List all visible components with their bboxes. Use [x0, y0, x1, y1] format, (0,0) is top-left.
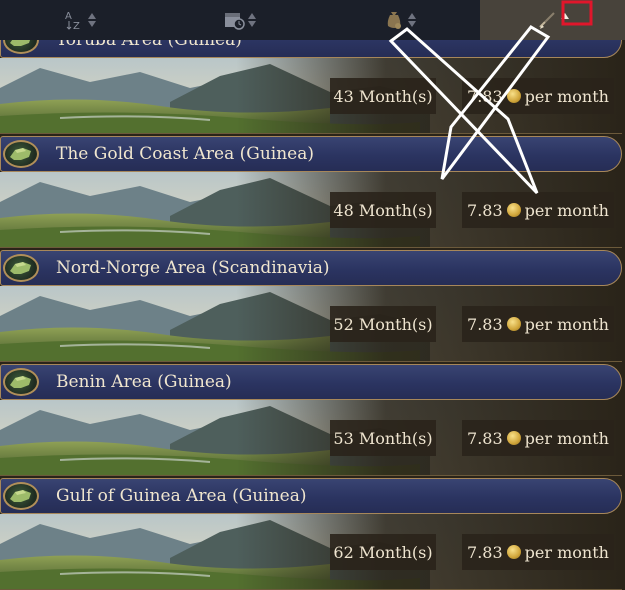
row-body[interactable]: 52 Month(s) 7.83 per month: [0, 286, 622, 362]
price-value: 7.83: [467, 86, 503, 106]
duration-box: 43 Month(s): [330, 78, 436, 114]
price-value: 7.83: [467, 200, 503, 220]
destination-name: The Gold Coast Area (Guinea): [56, 144, 315, 164]
duration-box: 48 Month(s): [330, 192, 436, 228]
row-body[interactable]: 43 Month(s) 7.83 per month: [0, 58, 622, 134]
region-badge-icon: [3, 368, 39, 396]
duration-value: 43 Month(s): [333, 86, 433, 106]
row-header[interactable]: Nord-Norge Area (Scandinavia): [0, 250, 622, 286]
sort-distance-button[interactable]: [480, 0, 625, 40]
price-suffix: per month: [524, 428, 609, 448]
price-value: 7.83: [467, 314, 503, 334]
row-body[interactable]: 62 Month(s) 7.83 per month: [0, 514, 622, 590]
price-suffix: per month: [524, 542, 609, 562]
price-value: 7.83: [467, 428, 503, 448]
coin-icon: [506, 203, 521, 217]
row-header[interactable]: Benin Area (Guinea): [0, 364, 622, 400]
row-header[interactable]: Gulf of Guinea Area (Guinea): [0, 478, 622, 514]
coin-icon: [506, 545, 521, 559]
az-sort-icon: A Z: [65, 11, 80, 31]
money-bag-icon: [383, 9, 405, 31]
price-box: 7.83 per month: [462, 420, 614, 456]
sort-direction-arrows: [561, 13, 569, 27]
duration-box: 53 Month(s): [330, 420, 436, 456]
duration-value: 52 Month(s): [333, 314, 433, 334]
sort-bar: A Z: [0, 0, 625, 40]
duration-value: 62 Month(s): [333, 542, 433, 562]
sort-az-button[interactable]: A Z: [0, 0, 159, 40]
region-badge-icon: [3, 140, 39, 168]
row-body[interactable]: 53 Month(s) 7.83 per month: [0, 400, 622, 476]
destination-list: Yoruba Area (Guinea) 43 Month(s) 7.83 pe…: [0, 0, 625, 590]
duration-value: 48 Month(s): [333, 200, 433, 220]
price-suffix: per month: [524, 86, 609, 106]
sort-cost-button[interactable]: [319, 0, 480, 40]
svg-text:Z: Z: [73, 21, 80, 31]
sort-direction-arrows: [247, 13, 256, 27]
region-badge-icon: [3, 254, 39, 282]
row-header[interactable]: The Gold Coast Area (Guinea): [0, 136, 622, 172]
price-box: 7.83 per month: [462, 306, 614, 342]
price-value: 7.83: [467, 542, 503, 562]
duration-box: 52 Month(s): [330, 306, 436, 342]
sort-direction-arrows: [88, 13, 96, 27]
sort-direction-arrows: [408, 13, 416, 27]
destination-name: Benin Area (Guinea): [56, 372, 232, 392]
compass-icon: [539, 12, 555, 29]
price-box: 7.83 per month: [462, 534, 614, 570]
coin-icon: [506, 431, 521, 445]
row-body[interactable]: 48 Month(s) 7.83 per month: [0, 172, 622, 248]
coin-icon: [506, 317, 521, 331]
calendar-clock-icon: [224, 13, 245, 30]
svg-text:A: A: [65, 11, 72, 22]
price-box: 7.83 per month: [462, 78, 614, 114]
duration-box: 62 Month(s): [330, 534, 436, 570]
destination-name: Nord-Norge Area (Scandinavia): [56, 258, 330, 278]
price-suffix: per month: [524, 314, 609, 334]
region-badge-icon: [3, 482, 39, 510]
sort-duration-button[interactable]: [159, 0, 319, 40]
price-suffix: per month: [524, 200, 609, 220]
destination-name: Gulf of Guinea Area (Guinea): [56, 486, 307, 506]
coin-icon: [506, 89, 521, 103]
price-box: 7.83 per month: [462, 192, 614, 228]
duration-value: 53 Month(s): [333, 428, 433, 448]
